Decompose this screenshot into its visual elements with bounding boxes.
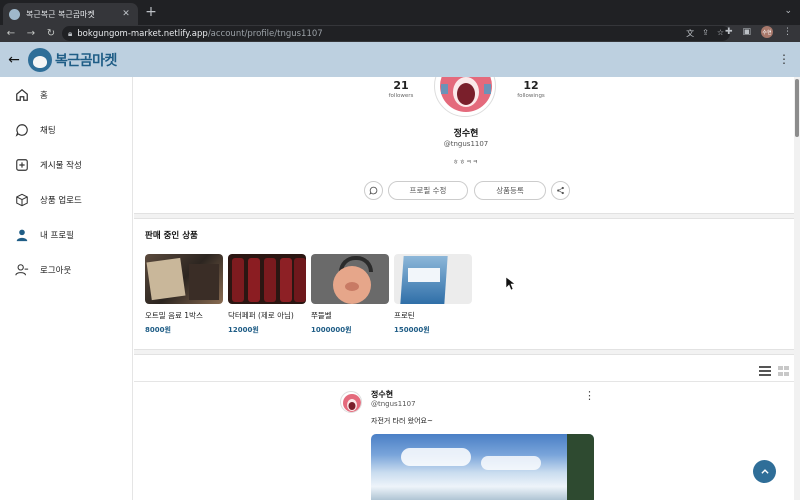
profile-bio: ㅎㅎㅋㅋ bbox=[452, 159, 480, 166]
more-options-icon[interactable]: ⋮ bbox=[778, 52, 790, 66]
logo-text: 복근곰마켓 bbox=[55, 52, 117, 69]
chevron-up-icon bbox=[760, 468, 769, 474]
section-divider bbox=[134, 213, 798, 219]
view-toggle-bar bbox=[134, 360, 798, 382]
browser-tab[interactable]: 복근복근 복근곰마켓 ✕ bbox=[3, 3, 138, 25]
product-card[interactable]: 프로틴 150000원 bbox=[394, 254, 472, 335]
profile-handle: @tngus1107 bbox=[443, 140, 489, 148]
translate-icon[interactable]: 文 bbox=[686, 28, 694, 39]
post-more-icon[interactable]: ⋮ bbox=[584, 389, 595, 402]
post-author-handle: @tngus1107 bbox=[371, 400, 416, 408]
product-image[interactable] bbox=[394, 254, 472, 304]
sidebar-item-home[interactable]: 홈 bbox=[0, 86, 132, 104]
logo[interactable]: 복근곰마켓 bbox=[28, 47, 117, 72]
followers-count: 21 bbox=[393, 79, 409, 92]
product-image[interactable] bbox=[228, 254, 306, 304]
tab-close-icon[interactable]: ✕ bbox=[120, 9, 132, 19]
post-image[interactable] bbox=[371, 434, 594, 500]
browser-menu-icon[interactable]: ⋮ bbox=[783, 27, 792, 37]
browser-toolbar: ← → ↻ 🔒︎ bokgungom-market.netlify.app /a… bbox=[0, 25, 800, 42]
sidebar-item-label: 홈 bbox=[40, 91, 48, 101]
profile-avatar bbox=[434, 77, 496, 117]
reload-icon[interactable]: ↻ bbox=[42, 28, 60, 39]
product-card[interactable]: 닥터페퍼 (제로 아님) 12000원 bbox=[228, 254, 306, 335]
extensions-icon[interactable]: ✚ bbox=[725, 27, 733, 37]
section-divider bbox=[134, 349, 798, 355]
followers-stat[interactable]: 21 followers bbox=[371, 79, 431, 99]
back-arrow-icon[interactable]: ← bbox=[0, 52, 28, 68]
scroll-top-button[interactable] bbox=[753, 460, 776, 483]
followers-label: followers bbox=[388, 93, 414, 99]
page-scrollbar[interactable] bbox=[794, 77, 800, 500]
chat-icon bbox=[14, 122, 30, 138]
followings-count: 12 bbox=[523, 79, 539, 92]
user-icon bbox=[14, 227, 30, 243]
sidebar: 홈 채팅 게시물 작성 상품 업로드 내 프로필 로그아웃 bbox=[0, 77, 133, 500]
pig-avatar-icon bbox=[440, 77, 492, 112]
product-price: 8000원 bbox=[145, 326, 171, 334]
lock-icon: 🔒︎ bbox=[68, 28, 73, 38]
grid-view-icon[interactable] bbox=[778, 366, 789, 376]
main-content: 21 followers 12 followings 정수현 @tngus110… bbox=[134, 77, 798, 500]
product-price: 1000000원 bbox=[311, 326, 352, 334]
sidebar-item-post[interactable]: 게시물 작성 bbox=[0, 156, 132, 174]
sidebar-item-label: 게시물 작성 bbox=[40, 161, 82, 171]
new-tab-icon[interactable]: + bbox=[144, 4, 158, 20]
product-price: 12000원 bbox=[228, 326, 259, 334]
product-card[interactable]: 오트밀 음료 1박스 8000원 bbox=[145, 254, 223, 335]
product-name: 프로틴 bbox=[394, 311, 415, 320]
plus-square-icon bbox=[14, 157, 30, 173]
sidebar-item-profile[interactable]: 내 프로필 bbox=[0, 226, 132, 244]
product-image[interactable] bbox=[311, 254, 389, 304]
browser-tabstrip: 복근복근 복근곰마켓 ✕ + ⌄ bbox=[0, 0, 800, 25]
sidebar-item-upload[interactable]: 상품 업로드 bbox=[0, 191, 132, 209]
tab-title: 복근복근 복근곰마켓 bbox=[26, 9, 95, 19]
product-name: 쭈뜰벨 bbox=[311, 311, 332, 320]
chat-button[interactable] bbox=[364, 181, 383, 200]
share-icon[interactable]: ⇪ bbox=[702, 28, 709, 39]
share-button[interactable] bbox=[551, 181, 570, 200]
product-image[interactable] bbox=[145, 254, 223, 304]
address-bar[interactable]: 🔒︎ bokgungom-market.netlify.app /account… bbox=[62, 26, 730, 41]
list-view-icon[interactable] bbox=[759, 366, 771, 376]
add-product-button[interactable]: 상품등록 bbox=[474, 181, 546, 200]
product-price: 150000원 bbox=[394, 326, 430, 334]
url-host: bokgungom-market.netlify.app bbox=[77, 28, 208, 39]
home-icon bbox=[14, 87, 30, 103]
post-author-avatar[interactable] bbox=[340, 391, 362, 413]
sidebar-item-label: 채팅 bbox=[40, 126, 56, 136]
profile-section: 21 followers 12 followings 정수현 @tngus110… bbox=[134, 77, 798, 217]
window-controls-icon[interactable]: ⌄ bbox=[784, 6, 792, 16]
sidepanel-icon[interactable]: ▣ bbox=[742, 27, 751, 37]
sidebar-item-label: 상품 업로드 bbox=[40, 196, 82, 206]
back-icon[interactable]: ← bbox=[2, 28, 20, 39]
app-header: ← 복근곰마켓 ⋮ bbox=[0, 42, 800, 77]
forward-icon[interactable]: → bbox=[22, 28, 40, 39]
tab-favicon-icon bbox=[9, 8, 20, 20]
box-icon bbox=[14, 192, 30, 208]
product-name: 오트밀 음료 1박스 bbox=[145, 311, 203, 320]
followings-stat[interactable]: 12 followings bbox=[501, 79, 561, 99]
products-title: 판매 중인 상품 bbox=[145, 231, 198, 241]
post-text: 자전거 타러 왔어요~ bbox=[371, 417, 433, 425]
edit-profile-button[interactable]: 프로필 수정 bbox=[388, 181, 468, 200]
product-name: 닥터페퍼 (제로 아님) bbox=[228, 311, 294, 320]
sidebar-item-chat[interactable]: 채팅 bbox=[0, 121, 132, 139]
product-card[interactable]: 쭈뜰벨 1000000원 bbox=[311, 254, 389, 335]
logout-icon bbox=[14, 262, 30, 278]
post-author-name[interactable]: 정수현 bbox=[371, 389, 393, 400]
url-path: /account/profile/tngus1107 bbox=[207, 28, 323, 39]
sidebar-item-label: 로그아웃 bbox=[40, 266, 72, 276]
bookmark-star-icon[interactable]: ☆ bbox=[717, 28, 724, 39]
sidebar-item-label: 내 프로필 bbox=[40, 231, 74, 241]
pig-avatar-icon bbox=[343, 394, 361, 412]
bear-logo-icon bbox=[28, 47, 52, 72]
followings-label: followings bbox=[517, 93, 545, 99]
browser-profile-avatar[interactable]: 수현 bbox=[761, 26, 773, 38]
profile-name: 정수현 bbox=[453, 129, 479, 139]
share-icon bbox=[557, 186, 564, 195]
sidebar-item-logout[interactable]: 로그아웃 bbox=[0, 261, 132, 279]
chat-bubble-icon bbox=[369, 186, 378, 195]
scrollbar-thumb[interactable] bbox=[795, 79, 799, 137]
